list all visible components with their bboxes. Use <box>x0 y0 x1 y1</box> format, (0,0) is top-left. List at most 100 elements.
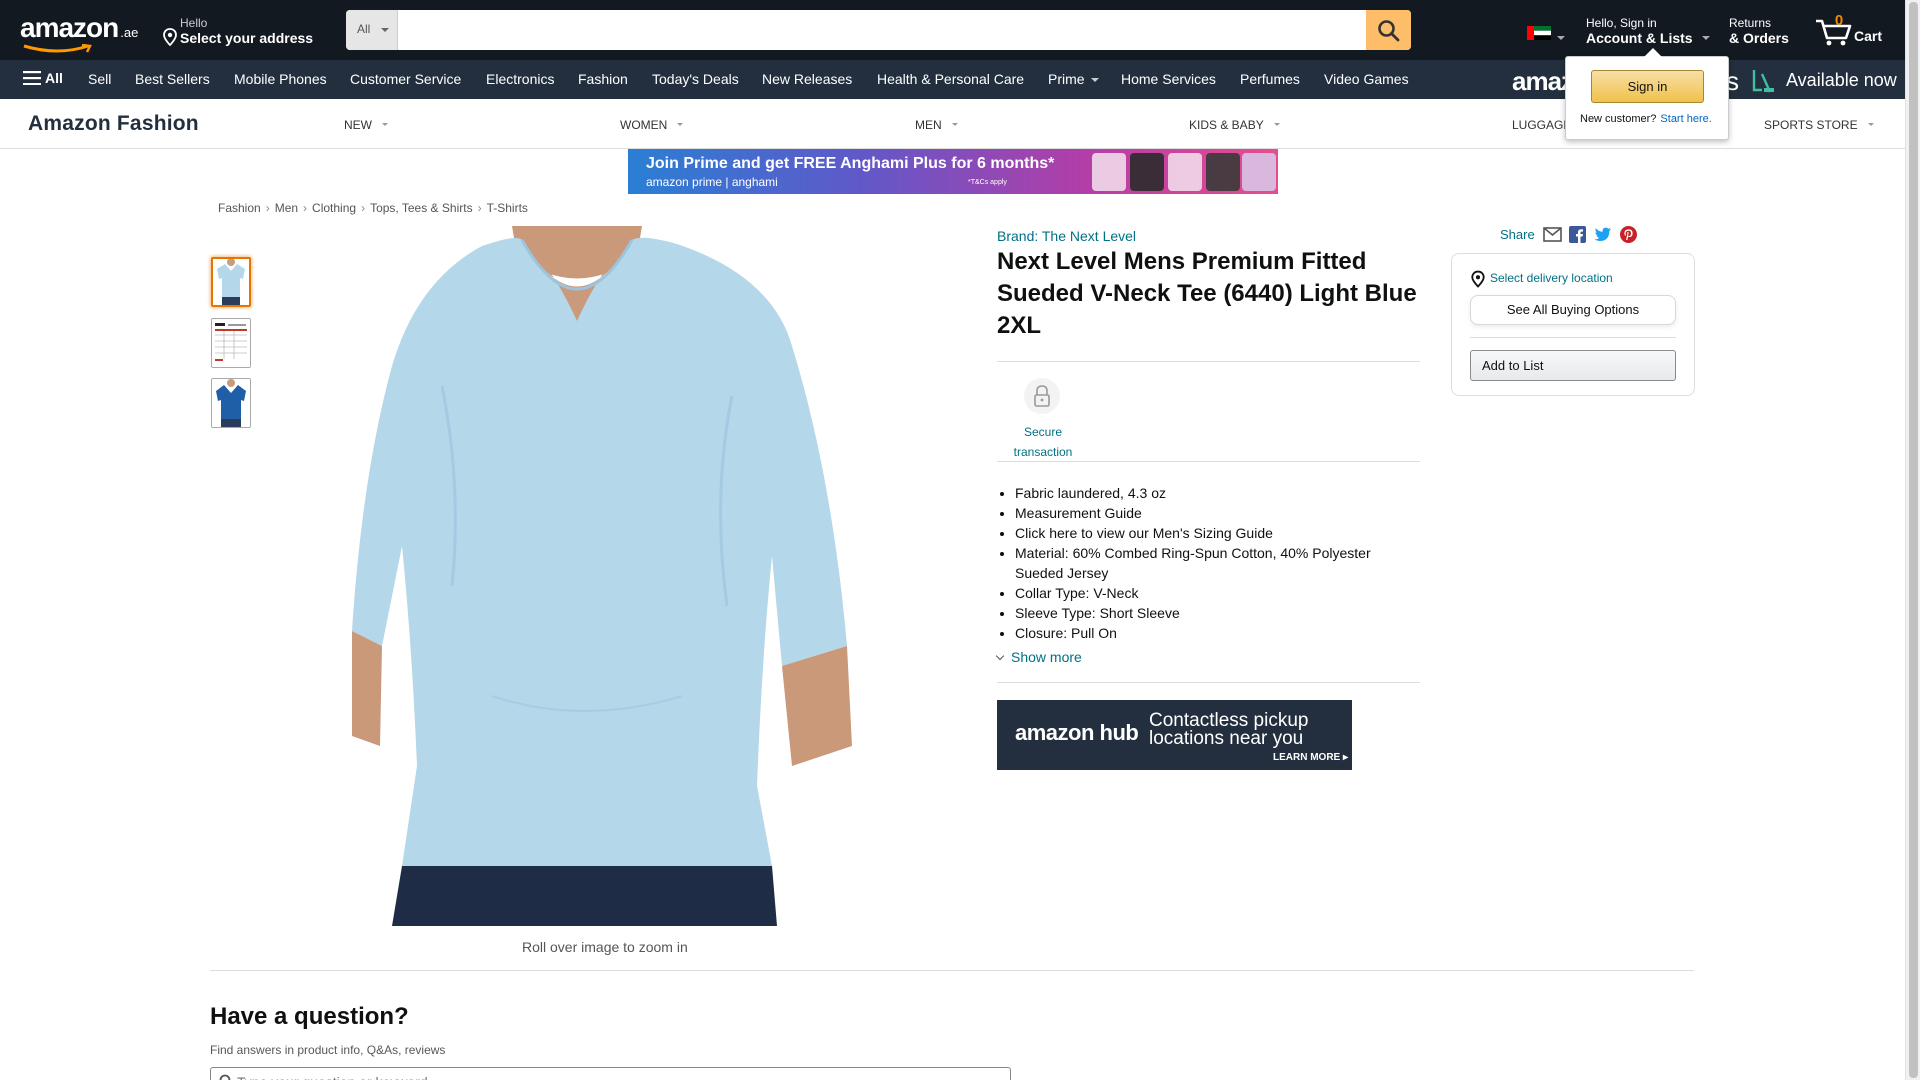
account-menu[interactable]: Hello, Sign in Account & Lists <box>1586 14 1712 48</box>
flyout-arrow <box>1644 48 1662 57</box>
prime-anghami-banner[interactable]: Join Prime and get FREE Anghami Plus for… <box>628 149 1278 194</box>
select-delivery-location[interactable]: Select delivery location <box>1470 270 1670 288</box>
breadcrumb-tops-tees-shirts[interactable]: Tops, Tees & Shirts <box>370 201 473 215</box>
chevron-down-icon <box>1090 78 1099 82</box>
amazon-logo[interactable]: amazon .ae <box>20 12 144 53</box>
breadcrumb-separator-icon: › <box>361 201 366 215</box>
nav-item-todays-deals[interactable]: Today's Deals <box>652 71 739 87</box>
orders-label: & Orders <box>1729 30 1789 46</box>
signin-button[interactable]: Sign in <box>1591 70 1704 103</box>
fashion-cat-men[interactable]: MEN <box>915 118 958 132</box>
nav-item-video-games[interactable]: Video Games <box>1324 71 1409 87</box>
facebook-icon[interactable] <box>1569 226 1586 243</box>
secure-icon-circle <box>1024 378 1060 414</box>
thumbnail-light-blue-tee[interactable] <box>211 257 251 307</box>
add-to-list-button[interactable]: Add to List <box>1470 350 1676 381</box>
brand-link[interactable]: Brand: The Next Level <box>997 228 1136 244</box>
search-input[interactable] <box>398 10 1344 50</box>
location-pin-icon <box>163 28 177 46</box>
nav-item-perfumes[interactable]: Perfumes <box>1240 71 1300 87</box>
fashion-cat-sports-store[interactable]: SPORTS STORE <box>1764 118 1874 132</box>
share-label[interactable]: Share <box>1500 227 1535 242</box>
email-icon[interactable] <box>1543 227 1562 242</box>
cart-button[interactable]: 0 Cart <box>1814 12 1886 50</box>
nav-item-new-releases[interactable]: New Releases <box>762 71 852 87</box>
fashion-cat-kids-baby[interactable]: KIDS & BABY <box>1189 118 1280 132</box>
location-greeting: Hello <box>180 16 208 30</box>
pinterest-icon[interactable] <box>1620 226 1637 243</box>
deliver-to-location[interactable]: Hello Select your address <box>162 14 322 48</box>
breadcrumb-clothing[interactable]: Clothing <box>312 201 356 215</box>
divider <box>997 461 1420 462</box>
buy-box: Select delivery location See All Buying … <box>1451 253 1695 396</box>
cart-label: Cart <box>1854 28 1883 44</box>
banner-terms: *T&Cs apply <box>968 179 1007 186</box>
tshirt-thumbnail-image <box>213 259 249 305</box>
chevron-down-icon <box>677 123 684 126</box>
nav-item-prime[interactable]: Prime <box>1048 71 1099 87</box>
divider <box>210 970 1694 971</box>
fashion-cat-label: LUGGAGE <box>1512 118 1572 132</box>
amazon-hub-ad[interactable]: amazon hub Contactless pickup locations … <box>997 700 1352 770</box>
signin-flyout: Sign in New customer? Start here. <box>1565 48 1729 140</box>
promo-brand-text: amaz <box>1512 66 1574 96</box>
divider <box>997 682 1420 683</box>
nav-item-mobile-phones[interactable]: Mobile Phones <box>234 71 327 87</box>
product-features-list: Fabric laundered, 4.3 oz Measurement Gui… <box>1015 483 1415 643</box>
logo-tld: .ae <box>120 25 139 40</box>
language-selector[interactable] <box>1527 22 1573 44</box>
hub-line2: locations near you <box>1149 728 1304 749</box>
thumbnail-blue-tee[interactable] <box>211 378 251 428</box>
chevron-down-icon <box>1867 123 1874 126</box>
nav-item-fashion[interactable]: Fashion <box>578 71 628 87</box>
amazon-fashion-logo[interactable]: Amazon Fashion <box>28 112 199 136</box>
uae-flag-icon <box>1527 26 1551 40</box>
tshirt-thumbnail-image <box>212 379 250 427</box>
all-menu-button[interactable]: All <box>23 70 63 86</box>
banner-photo <box>1092 153 1126 191</box>
search-category-select[interactable]: All <box>346 10 398 50</box>
feature-bullet: Material: 60% Combed Ring-Spun Cotton, 4… <box>1015 543 1415 583</box>
chevron-down-icon <box>995 651 1005 661</box>
nav-item-best-sellers[interactable]: Best Sellers <box>135 71 210 87</box>
logo-text: amazon <box>20 12 119 43</box>
scrollbar-thumb[interactable] <box>1909 2 1918 1078</box>
nav-item-sell[interactable]: Sell <box>88 71 111 87</box>
vacuum-icon <box>1752 70 1774 93</box>
logo-smile-icon <box>23 44 92 53</box>
fashion-cat-women[interactable]: WOMEN <box>620 118 684 132</box>
banner-headline: Join Prime and get FREE Anghami Plus for… <box>646 155 1055 172</box>
nav-item-health-personal-care[interactable]: Health & Personal Care <box>877 71 1024 87</box>
search-icon <box>219 1074 231 1080</box>
product-title: Next Level Mens Premium Fitted Sueded V-… <box>997 248 1417 339</box>
page-scrollbar[interactable] <box>1905 0 1920 1080</box>
nav-item-customer-service[interactable]: Customer Service <box>350 71 461 87</box>
twitter-icon[interactable] <box>1594 226 1612 242</box>
nav-item-prime-label: Prime <box>1048 71 1085 87</box>
breadcrumb-fashion[interactable]: Fashion <box>218 201 261 215</box>
feature-bullet: Fabric laundered, 4.3 oz <box>1015 483 1415 503</box>
account-greeting: Hello, Sign in <box>1586 16 1657 30</box>
divider <box>997 361 1420 362</box>
nav-item-electronics[interactable]: Electronics <box>486 71 554 87</box>
breadcrumb-t-shirts[interactable]: T-Shirts <box>487 201 528 215</box>
start-here-link[interactable]: Start here. <box>1660 113 1711 125</box>
breadcrumb-men[interactable]: Men <box>275 201 298 215</box>
chevron-down-icon <box>1557 36 1565 40</box>
chevron-down-icon <box>382 123 388 126</box>
returns-orders-link[interactable]: Returns & Orders <box>1729 14 1799 48</box>
thumbnail-size-chart[interactable] <box>211 318 251 368</box>
see-all-buying-options-button[interactable]: See All Buying Options <box>1470 295 1676 325</box>
qa-search-input[interactable] <box>237 1068 997 1080</box>
fashion-cat-new[interactable]: NEW <box>344 118 388 132</box>
nav-item-home-services[interactable]: Home Services <box>1121 71 1216 87</box>
show-more-button[interactable]: Show more <box>995 649 1082 665</box>
hub-cta: LEARN MORE ▸ <box>1273 752 1349 763</box>
search-button[interactable] <box>1366 10 1411 50</box>
show-more-label: Show more <box>1011 649 1082 665</box>
qa-subtext: Find answers in product info, Q&As, revi… <box>210 1043 446 1057</box>
hub-brand: amazon hub <box>1015 720 1139 745</box>
main-product-image[interactable] <box>352 226 852 926</box>
feature-bullet: Collar Type: V-Neck <box>1015 583 1415 603</box>
fashion-cat-label: NEW <box>344 118 372 132</box>
